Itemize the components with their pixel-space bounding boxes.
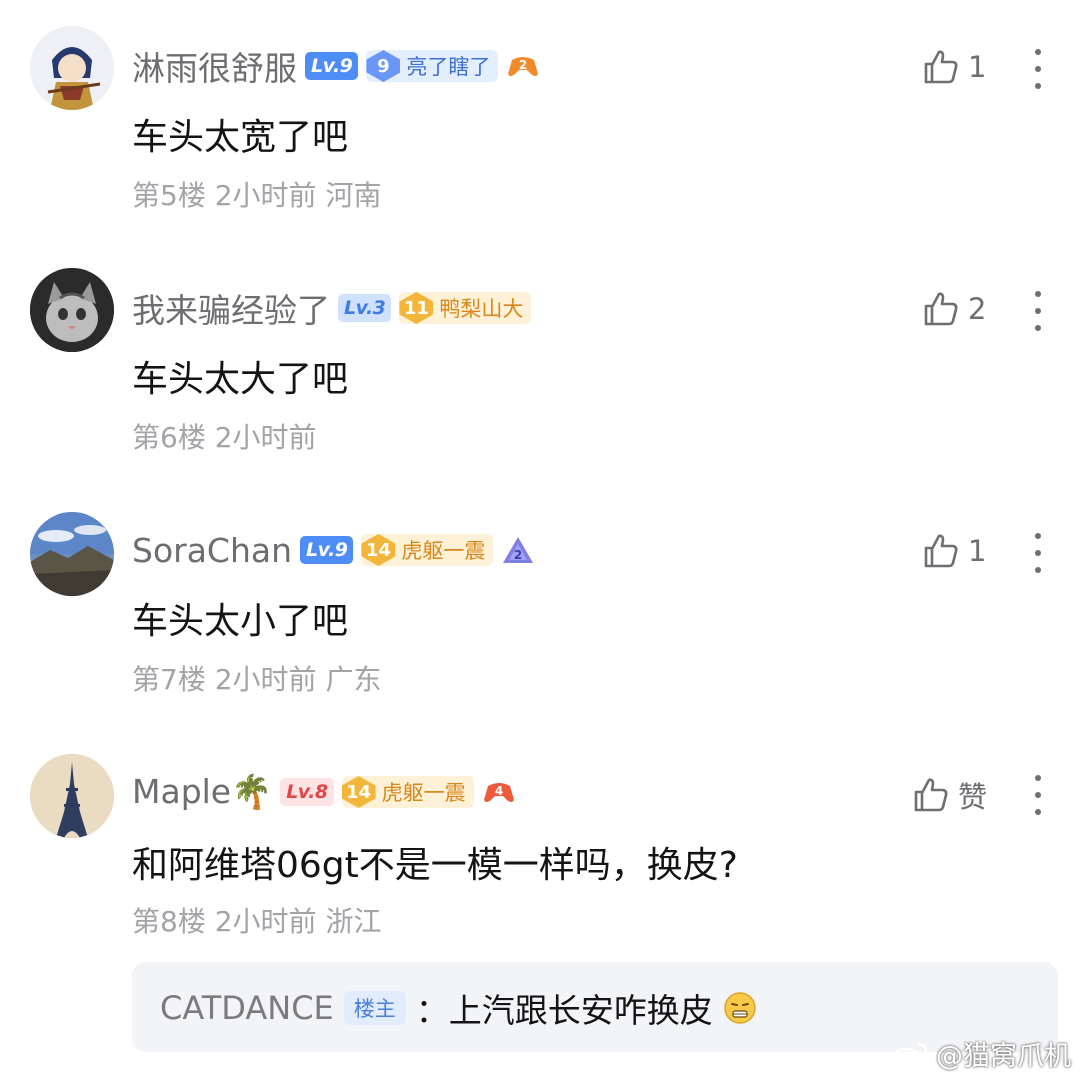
thumbs-up-icon	[924, 534, 958, 568]
ip-location: 浙江	[325, 905, 382, 938]
avatar[interactable]	[30, 268, 114, 352]
comment-meta: 第7楼 2小时前 广东	[132, 658, 381, 698]
like-button[interactable]: 赞	[912, 774, 987, 816]
comment-text: 车头太宽了吧	[132, 117, 349, 158]
like-count: 1	[968, 50, 987, 84]
gamepad-badge-icon: 2	[506, 50, 540, 82]
watermark: @猫窝爪机	[890, 1034, 1071, 1073]
floor-number: 第6楼	[132, 421, 206, 454]
reply-text: ：上汽跟长安咋换皮	[415, 991, 713, 1030]
level-badge: Lv.8	[280, 778, 334, 806]
comment-meta: 第6楼 2小时前	[132, 416, 317, 456]
ip-location: 广东	[325, 663, 382, 696]
post-time: 2小时前	[214, 905, 317, 938]
level-badge: Lv.3	[338, 294, 392, 322]
avatar[interactable]	[30, 26, 114, 110]
level-badge: Lv.9	[300, 536, 354, 564]
comment-text: 和阿维塔06gt不是一模一样吗，换皮?	[132, 845, 738, 886]
floor-number: 第7楼	[132, 663, 206, 696]
thumbs-up-icon	[924, 292, 958, 326]
gamepad-badge-icon: 4	[482, 776, 516, 808]
post-time: 2小时前	[214, 421, 317, 454]
name-row: 我来骗经验了 Lv.3 11 鸭梨山大	[132, 288, 532, 330]
fan-badge[interactable]: 14 虎躯一震	[341, 776, 474, 808]
comment-text: 车头太大了吧	[132, 359, 349, 400]
comment-text: 车头太小了吧	[132, 601, 349, 642]
fan-badge-name: 虎躯一震	[401, 539, 486, 563]
like-label: 赞	[958, 780, 988, 814]
fan-badge-name: 虎躯一震	[381, 781, 466, 805]
triangle-badge-icon: 2	[501, 534, 535, 566]
name-row: Maple🌴 Lv.8 14 虎躯一震 4	[132, 772, 516, 812]
post-time: 2小时前	[214, 663, 317, 696]
fan-level-gem: 14	[361, 534, 396, 566]
fan-badge-name: 亮了瞎了	[406, 55, 491, 79]
avatar[interactable]	[30, 754, 114, 838]
watermark-text: @猫窝爪机	[936, 1041, 1071, 1072]
weibo-icon	[891, 1042, 928, 1068]
fan-level-gem: 11	[399, 292, 434, 324]
like-count: 1	[968, 534, 987, 568]
ip-location: 河南	[325, 179, 382, 212]
svg-text:4: 4	[494, 784, 502, 798]
svg-text:2: 2	[519, 58, 527, 72]
level-badge: Lv.9	[305, 52, 359, 80]
fan-level-gem: 9	[366, 50, 401, 82]
grimace-emoji-icon	[723, 991, 757, 1025]
floor-number: 第8楼	[132, 905, 206, 938]
post-time: 2小时前	[214, 179, 317, 212]
sub-reply-content: CATDANCE 楼主 ：上汽跟长安咋换皮	[160, 984, 757, 1032]
like-button[interactable]: 1	[922, 532, 986, 570]
fan-badge[interactable]: 14 虎躯一震	[361, 534, 494, 566]
comment-meta: 第5楼 2小时前 河南	[132, 174, 381, 214]
more-button[interactable]	[1026, 49, 1050, 89]
more-vertical-icon	[1035, 775, 1041, 781]
more-button[interactable]	[1026, 533, 1050, 573]
fan-badge-name: 鸭梨山大	[439, 297, 524, 321]
floor-number: 第5楼	[132, 179, 206, 212]
thumbs-up-icon	[924, 50, 958, 84]
fan-badge[interactable]: 11 鸭梨山大	[399, 292, 532, 324]
svg-text:2: 2	[514, 548, 522, 562]
thumbs-up-icon	[914, 778, 948, 812]
reply-username[interactable]: CATDANCE	[160, 989, 334, 1027]
fan-badge[interactable]: 9 亮了瞎了	[366, 50, 499, 82]
name-row: SoraChan Lv.9 14 虎躯一震 2	[132, 530, 535, 570]
comment-meta: 第8楼 2小时前 浙江	[132, 900, 381, 940]
name-row: 淋雨很舒服 Lv.9 9 亮了瞎了 2	[132, 46, 540, 88]
username[interactable]: 淋雨很舒服	[132, 42, 297, 90]
op-tag: 楼主	[343, 991, 406, 1025]
like-button[interactable]: 2	[922, 290, 986, 328]
like-button[interactable]: 1	[922, 48, 986, 86]
avatar[interactable]	[30, 512, 114, 596]
fan-level-gem: 14	[341, 776, 376, 808]
more-button[interactable]	[1026, 291, 1050, 331]
more-vertical-icon	[1035, 291, 1041, 297]
username[interactable]: Maple🌴	[132, 772, 272, 812]
more-vertical-icon	[1035, 49, 1041, 55]
like-count: 2	[968, 292, 987, 326]
more-vertical-icon	[1035, 533, 1041, 539]
username[interactable]: 我来骗经验了	[132, 284, 330, 332]
more-button[interactable]	[1026, 775, 1050, 815]
username[interactable]: SoraChan	[132, 531, 292, 570]
